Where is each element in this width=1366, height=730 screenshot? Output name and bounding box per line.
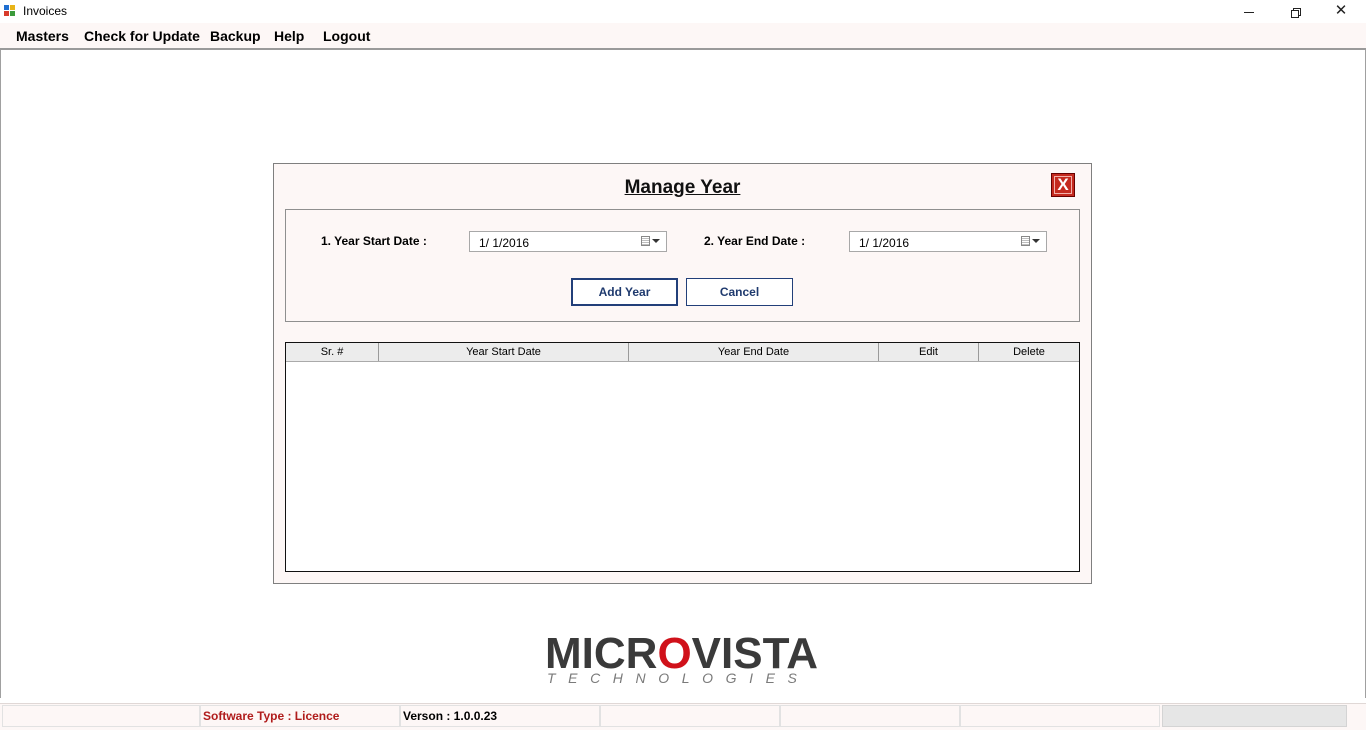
cancel-button[interactable]: Cancel bbox=[686, 278, 793, 306]
logo-subtitle: TECHNOLOGIES bbox=[547, 670, 810, 686]
status-progress-bar bbox=[1162, 705, 1347, 727]
add-year-button[interactable]: Add Year bbox=[571, 278, 678, 306]
year-end-date-label: 2. Year End Date : bbox=[704, 234, 806, 248]
menu-backup[interactable]: Backup bbox=[210, 28, 261, 44]
status-segment-empty bbox=[780, 705, 960, 727]
menu-masters[interactable]: Masters bbox=[16, 28, 69, 44]
manage-year-panel: Manage Year X 1. Year Start Date : 1/ 1/… bbox=[273, 163, 1092, 584]
status-version: Verson : 1.0.0.23 bbox=[400, 705, 600, 727]
year-start-date-picker[interactable]: 1/ 1/2016 bbox=[469, 231, 667, 252]
restore-icon bbox=[1290, 8, 1301, 18]
status-bar: Software Type : Licence Verson : 1.0.0.2… bbox=[0, 703, 1366, 730]
window-title: Invoices bbox=[23, 4, 68, 18]
panel-title: Manage Year bbox=[624, 177, 741, 198]
app-icon bbox=[4, 5, 17, 18]
minimize-icon bbox=[1244, 12, 1254, 13]
calendar-dropdown-icon[interactable] bbox=[641, 236, 660, 248]
year-form-group: 1. Year Start Date : 1/ 1/2016 2. Year E… bbox=[285, 209, 1080, 322]
menu-bar: Masters Check for Update Backup Help Log… bbox=[0, 23, 1366, 50]
status-segment-empty bbox=[2, 705, 200, 727]
status-segment-empty bbox=[960, 705, 1160, 727]
calendar-dropdown-icon[interactable] bbox=[1021, 236, 1040, 248]
column-header-year-end-date[interactable]: Year End Date bbox=[629, 343, 879, 361]
minimize-button[interactable] bbox=[1226, 0, 1272, 23]
close-icon[interactable]: X bbox=[1051, 173, 1075, 197]
status-software-type: Software Type : Licence bbox=[200, 705, 400, 727]
grid-header: Sr. # Year Start Date Year End Date Edit… bbox=[286, 343, 1079, 362]
title-bar: Invoices ✕ bbox=[0, 0, 1366, 23]
year-start-date-label: 1. Year Start Date : bbox=[321, 234, 427, 248]
microvista-logo: MICROVISTA TECHNOLOGIES bbox=[545, 630, 825, 690]
column-header-edit[interactable]: Edit bbox=[879, 343, 979, 361]
year-end-date-value: 1/ 1/2016 bbox=[859, 236, 910, 250]
menu-help[interactable]: Help bbox=[274, 28, 304, 44]
year-grid[interactable]: Sr. # Year Start Date Year End Date Edit… bbox=[285, 342, 1080, 572]
status-segment-empty bbox=[600, 705, 780, 727]
close-window-button[interactable]: ✕ bbox=[1318, 0, 1364, 23]
menu-check-for-update[interactable]: Check for Update bbox=[84, 28, 200, 44]
restore-button[interactable] bbox=[1272, 0, 1318, 23]
column-header-sr[interactable]: Sr. # bbox=[286, 343, 379, 361]
year-end-date-picker[interactable]: 1/ 1/2016 bbox=[849, 231, 1047, 252]
menu-logout[interactable]: Logout bbox=[323, 28, 370, 44]
year-start-date-value: 1/ 1/2016 bbox=[479, 236, 530, 250]
column-header-year-start-date[interactable]: Year Start Date bbox=[379, 343, 629, 361]
column-header-delete[interactable]: Delete bbox=[979, 343, 1079, 361]
